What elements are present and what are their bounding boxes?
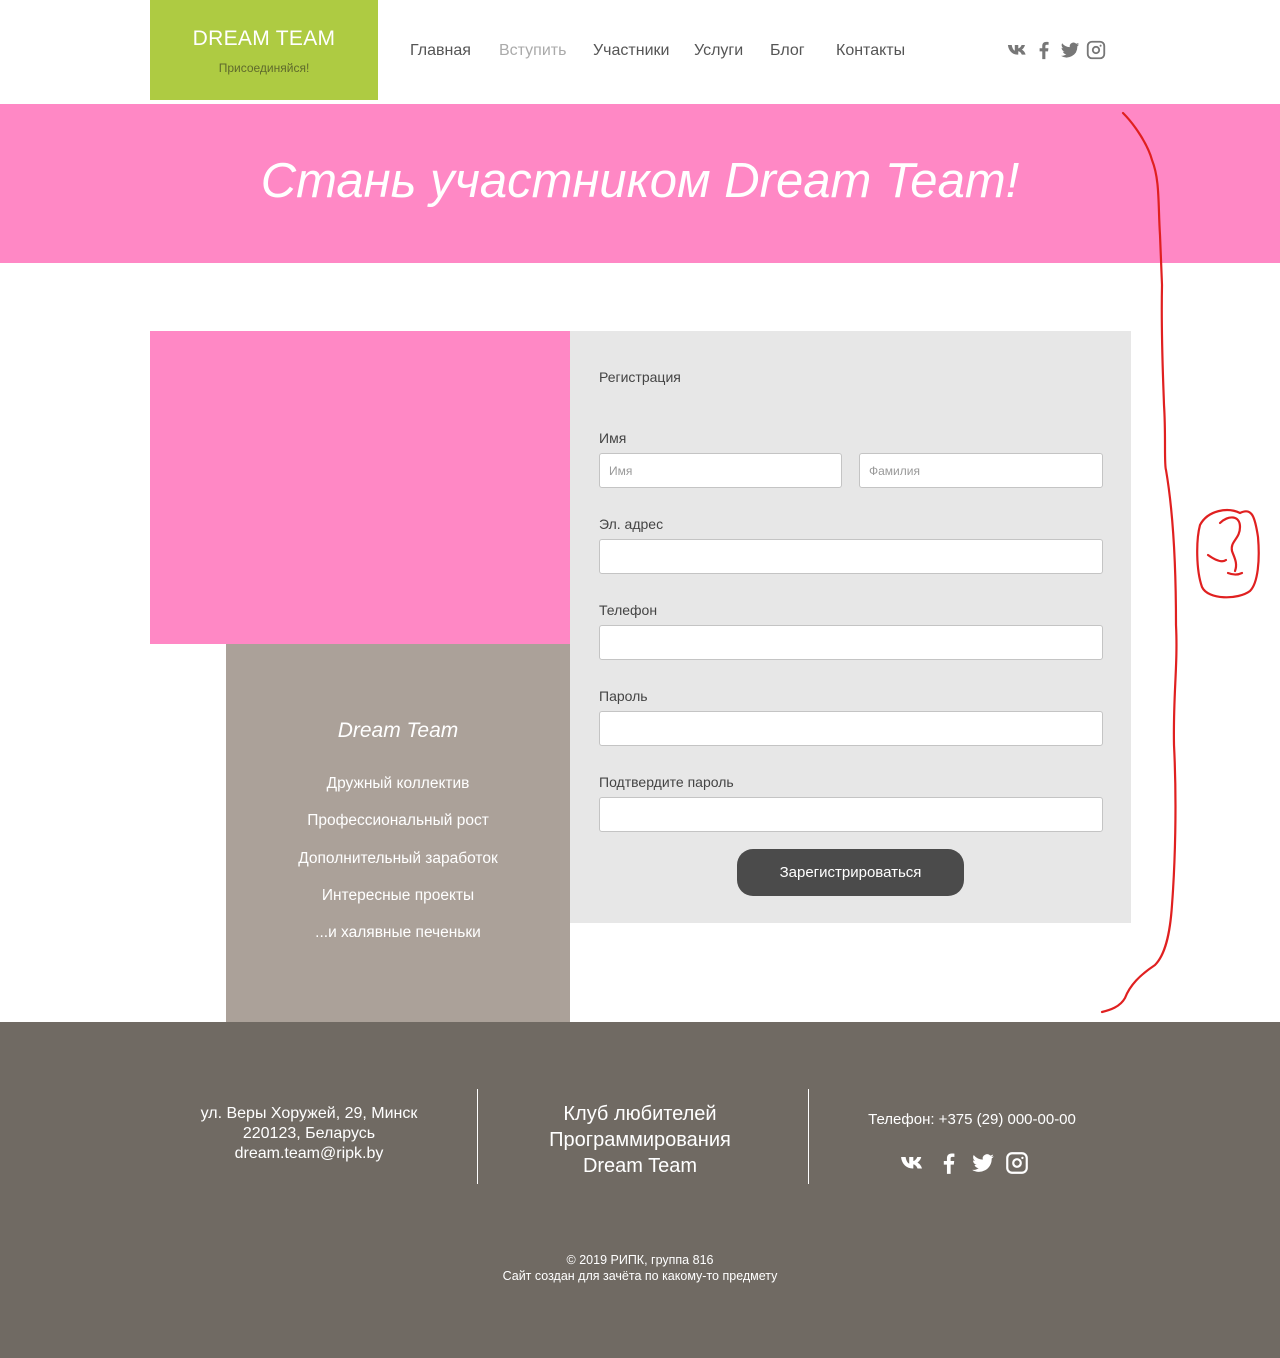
- benefit-item: Интересные проекты: [321, 887, 475, 904]
- benefit-item: Дополнительный заработок: [298, 850, 498, 867]
- benefit-item: ...и халявные печеньки: [315, 924, 481, 941]
- instagram-icon[interactable]: [1004, 1150, 1030, 1176]
- vk-icon[interactable]: [900, 1150, 926, 1176]
- benefits-title: Dream Team: [337, 719, 459, 742]
- twitter-icon[interactable]: [1059, 39, 1081, 61]
- email-label: Эл. адрес: [599, 516, 664, 532]
- logo[interactable]: DREAM TEAM Присоединяйся!: [150, 0, 378, 100]
- logo-title: DREAM TEAM: [192, 27, 336, 50]
- confirm-password-input[interactable]: [599, 797, 1103, 832]
- facebook-icon[interactable]: [1033, 39, 1055, 61]
- first-name-input[interactable]: [599, 453, 842, 488]
- address-line: ул. Веры Хоружей, 29, Минск: [200, 1105, 418, 1122]
- last-name-input[interactable]: [859, 453, 1103, 488]
- logo-subtitle: Присоединяйся!: [218, 61, 310, 75]
- form-title: Регистрация: [599, 369, 681, 385]
- phone-label: Телефон: [599, 602, 658, 618]
- registration-form: Регистрация Имя Эл. адрес Телефон Пароль…: [570, 331, 1131, 923]
- twitter-icon[interactable]: [970, 1150, 996, 1176]
- nav-item-members[interactable]: Участники: [593, 42, 669, 60]
- confirm-password-label: Подтвердите пароль: [599, 774, 734, 790]
- address-line: 220123, Беларусь: [242, 1125, 376, 1142]
- instagram-icon[interactable]: [1085, 39, 1107, 61]
- nav-item-join[interactable]: Вступить: [499, 42, 566, 60]
- footer-address: ул. Веры Хоружей, 29, Минск 220123, Бела…: [170, 1104, 448, 1164]
- vk-icon[interactable]: [1007, 39, 1029, 61]
- footer-email-link[interactable]: dream.team@ripk.by: [170, 1144, 448, 1164]
- name-label: Имя: [599, 430, 627, 446]
- nav-item-services[interactable]: Услуги: [694, 42, 743, 60]
- nav-item-blog[interactable]: Блог: [770, 42, 805, 60]
- email-input[interactable]: [599, 539, 1103, 574]
- footer-divider: [477, 1089, 478, 1184]
- benefit-item: Профессиональный рост: [307, 812, 489, 829]
- register-button[interactable]: Зарегистрироваться: [737, 849, 964, 896]
- password-label: Пароль: [599, 688, 648, 704]
- footer-note: Сайт создан для зачёта по какому-то пред…: [502, 1269, 778, 1283]
- footer-club-name: Клуб любителей Программирования Dream Te…: [490, 1101, 790, 1179]
- pink-image-placeholder: [150, 331, 570, 644]
- hero-title: Стань участником Dream Team!: [260, 154, 1020, 208]
- copyright-text: © 2019 РИПК, группа 816: [566, 1253, 714, 1267]
- benefit-item: Дружный коллектив: [326, 775, 470, 792]
- club-line: Программирования: [549, 1129, 731, 1151]
- phone-input[interactable]: [599, 625, 1103, 660]
- club-line: Клуб любителей: [563, 1103, 717, 1125]
- nav-item-home[interactable]: Главная: [410, 42, 471, 60]
- password-input[interactable]: [599, 711, 1103, 746]
- benefits-panel: Dream Team Дружный коллектив Профессиона…: [226, 644, 570, 1022]
- facebook-icon[interactable]: [936, 1150, 962, 1176]
- club-line: Dream Team: [582, 1155, 698, 1177]
- nav-item-contacts[interactable]: Контакты: [836, 42, 905, 60]
- site-footer: ул. Веры Хоружей, 29, Минск 220123, Бела…: [0, 1022, 1280, 1358]
- footer-divider: [808, 1089, 809, 1184]
- footer-copyright: © 2019 РИПК, группа 816 Сайт создан для …: [0, 1252, 1280, 1284]
- footer-phone: Телефон: +375 (29) 000-00-00: [868, 1111, 1076, 1128]
- hero-banner: Стань участником Dream Team!: [0, 104, 1280, 263]
